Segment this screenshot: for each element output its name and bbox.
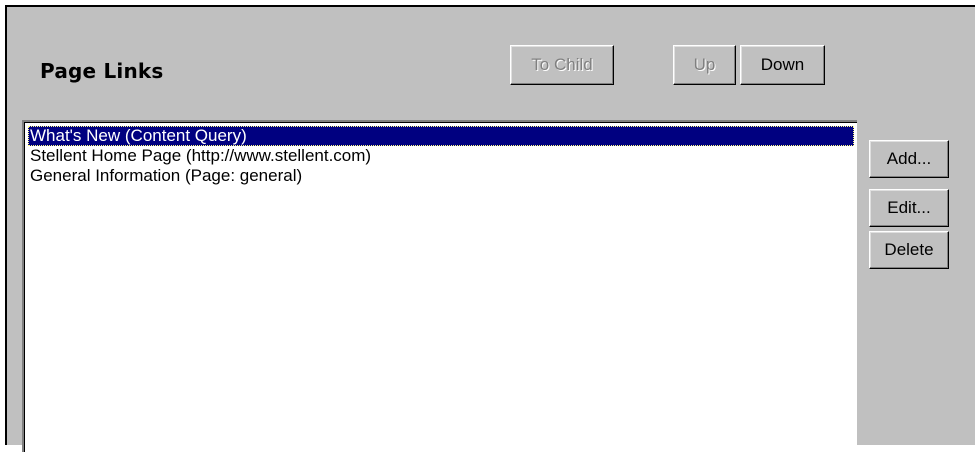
- list-item[interactable]: General Information (Page: general): [28, 166, 854, 186]
- page-links-panel: Page Links To Child Up Down What's New (…: [5, 5, 975, 452]
- up-button[interactable]: Up: [673, 45, 736, 85]
- page-title: Page Links: [40, 59, 164, 83]
- list-item[interactable]: Stellent Home Page (http://www.stellent.…: [28, 146, 854, 166]
- down-button[interactable]: Down: [740, 45, 825, 85]
- list-item[interactable]: What's New (Content Query): [28, 126, 854, 146]
- delete-button[interactable]: Delete: [869, 231, 949, 269]
- page-links-listbox[interactable]: What's New (Content Query) Stellent Home…: [22, 120, 857, 452]
- edit-button[interactable]: Edit...: [869, 189, 949, 227]
- to-child-button[interactable]: To Child: [510, 45, 614, 85]
- add-button[interactable]: Add...: [869, 140, 949, 178]
